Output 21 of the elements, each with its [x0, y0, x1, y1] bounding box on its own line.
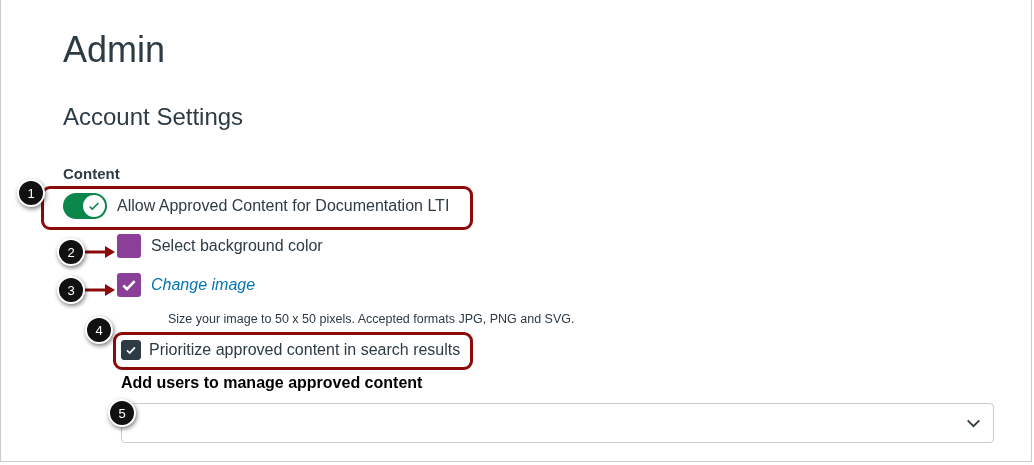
step-number: 2 [57, 238, 85, 266]
step-number: 4 [85, 316, 113, 344]
chevron-down-icon [966, 418, 981, 428]
toggle-label: Allow Approved Content for Documentation LTI [117, 197, 450, 215]
checkbox[interactable] [117, 273, 141, 297]
checkbox-label: Prioritize approved content in search results [149, 341, 461, 359]
arrow-icon [85, 284, 115, 296]
checkbox[interactable] [121, 340, 141, 360]
users-label: Add users to manage approved content [121, 374, 424, 392]
step-number: 5 [108, 399, 136, 427]
change-image-link[interactable]: Change image [151, 276, 256, 294]
page-title: Admin [63, 28, 167, 72]
toggle-switch[interactable] [63, 193, 107, 219]
swatch-label: Select background color [151, 237, 323, 255]
hint-text: Size your image to 50 x 50 pixels. Accepted formats JPG, PNG and SVG. [168, 312, 576, 326]
section-title: Account Settings [63, 102, 245, 132]
step-number: 1 [17, 179, 45, 207]
arrow-icon [85, 246, 115, 258]
content-heading: Content [63, 164, 121, 184]
color-swatch[interactable] [117, 234, 141, 258]
step-number: 3 [57, 276, 85, 304]
